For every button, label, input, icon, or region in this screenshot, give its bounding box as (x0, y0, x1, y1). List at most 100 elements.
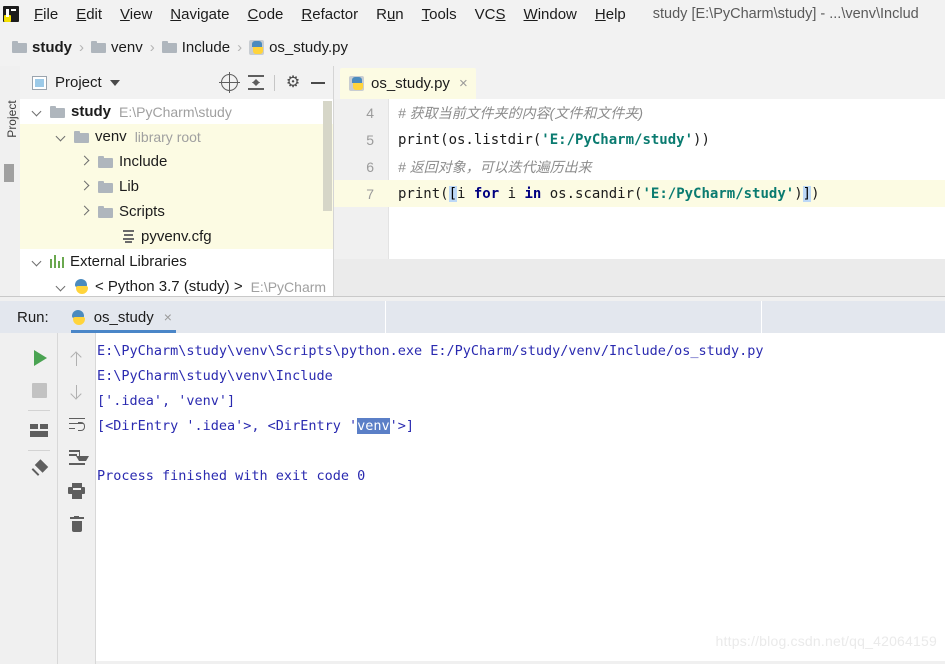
console-line: ['.idea', 'venv'] (96, 389, 945, 414)
breadcrumb-item-venv[interactable]: venv (91, 39, 143, 56)
code-line[interactable]: 6 # 返回对象，可以迭代遍历出来 (334, 153, 945, 180)
code-line[interactable]: 5 print(os.listdir('E:/PyCharm/study')) (334, 126, 945, 153)
code-text: print(os.listdir('E:/PyCharm/study')) (387, 132, 710, 148)
menu-item-vcs[interactable]: VCS (466, 4, 515, 25)
pin-icon[interactable] (21, 454, 57, 487)
menu-item-code[interactable]: Code (239, 4, 293, 25)
menu-bar: File Edit View Navigate Code Refactor Run Tools… (0, 0, 945, 28)
project-panel-header: Project ⚙ (20, 66, 333, 99)
close-icon[interactable]: × (164, 309, 172, 325)
toolbar-divider (28, 450, 50, 451)
breadcrumb-separator: › (79, 38, 85, 56)
tree-item-external-libraries[interactable]: External Libraries (20, 249, 333, 274)
folder-icon (91, 41, 107, 53)
code-text: # 获取当前文件夹的内容(文件和文件夹) (387, 103, 643, 123)
tree-item-subtext: E:\PyCharm (250, 278, 327, 295)
python-file-icon (349, 76, 364, 91)
window-title: study [E:\PyCharm\study] - ...\venv\Incl… (652, 6, 919, 22)
editor-tab-strip: os_study.py × (334, 66, 945, 99)
trash-icon[interactable] (59, 507, 95, 540)
token-bracket: ] (802, 185, 812, 202)
toolbar-divider (28, 410, 50, 411)
tree-item-label: Scripts (119, 203, 165, 220)
breadcrumb-item-os-study-py[interactable]: os_study.py (249, 39, 348, 56)
token-plain: print(os.listdir( (398, 131, 542, 148)
stop-icon[interactable] (21, 374, 57, 407)
watermark: https://blog.csdn.net/qq_42064159 (715, 633, 937, 649)
folder-icon (50, 105, 65, 118)
editor-area: os_study.py × 4 # 获取当前文件夹的内容(文件和文件夹) 5 prin… (334, 66, 945, 296)
close-icon[interactable]: × (459, 76, 468, 91)
run-tool-window: Run: os_study × E:\PyCharm\study\venv\Sc… (0, 296, 945, 664)
tree-item---python-3-7--study---[interactable]: < Python 3.7 (study) > E:\PyCharm (20, 274, 333, 296)
project-scrollbar[interactable] (323, 101, 332, 211)
menu-item-edit[interactable]: Edit (67, 4, 111, 25)
project-tool-window: Project ⚙ study E:\PyCharm\study venv libra… (20, 66, 334, 296)
code-line[interactable]: 7 print([i for i in os.scandir('E:/PyChar… (334, 180, 945, 207)
tree-item-venv[interactable]: venv library root (20, 124, 333, 149)
chevron-right-icon[interactable] (80, 206, 91, 217)
up-arrow-icon[interactable] (59, 342, 95, 375)
project-tree[interactable]: study E:\PyCharm\study venv library root Inc… (20, 99, 333, 296)
chevron-right-icon[interactable] (80, 181, 91, 192)
console-output[interactable]: E:\PyCharm\study\venv\Scripts\python.exe… (96, 333, 945, 661)
console-selection: venv (357, 418, 390, 434)
editor-tab-os-study[interactable]: os_study.py × (340, 68, 476, 99)
run-tab-os-study[interactable]: os_study × (70, 301, 176, 333)
collapse-all-icon[interactable] (248, 75, 264, 90)
tree-item-label: pyvenv.cfg (141, 228, 212, 245)
code-line[interactable]: 4 # 获取当前文件夹的内容(文件和文件夹) (334, 99, 945, 126)
run-panel-label: Run: (17, 308, 49, 326)
code-editor[interactable]: 4 # 获取当前文件夹的内容(文件和文件夹) 5 print(os.listdir('… (334, 99, 945, 296)
locate-icon[interactable] (219, 72, 240, 93)
line-number: 4 (366, 104, 374, 121)
layout-icon[interactable] (21, 414, 57, 447)
tree-item-pyvenv-cfg[interactable]: pyvenv.cfg (20, 224, 333, 249)
breadcrumb-item-study[interactable]: study (12, 39, 72, 56)
down-arrow-icon[interactable] (59, 375, 95, 408)
token-keyword: for (473, 185, 500, 202)
strip-tab-project[interactable]: Project (3, 91, 21, 147)
chevron-down-icon[interactable] (32, 106, 43, 117)
chevron-down-icon[interactable] (109, 79, 120, 86)
scroll-to-end-icon[interactable] (59, 441, 95, 474)
chevron-down-icon[interactable] (56, 131, 67, 142)
code-text: print([i for i in os.scandir('E:/PyCharm… (387, 185, 820, 202)
folder-icon (12, 41, 27, 53)
menu-item-navigate[interactable]: Navigate (161, 4, 238, 25)
console-text: Process finished with exit code 0 (97, 468, 366, 484)
tree-item-lib[interactable]: Lib (20, 174, 333, 199)
gear-icon[interactable]: ⚙ (285, 74, 301, 91)
menu-item-tools[interactable]: Tools (413, 4, 466, 25)
soft-wrap-icon[interactable] (59, 408, 95, 441)
tree-item-subtext: library root (134, 128, 201, 145)
config-file-icon (122, 230, 135, 243)
chevron-right-icon[interactable] (80, 156, 91, 167)
line-number: 7 (366, 185, 374, 202)
tree-item-label: Include (119, 153, 168, 170)
line-number: 6 (366, 158, 374, 175)
menu-item-view[interactable]: View (111, 4, 161, 25)
token-comment: # 获取当前文件夹的内容(文件和文件夹) (398, 104, 643, 121)
run-icon[interactable] (21, 341, 57, 374)
chevron-down-icon[interactable] (56, 281, 67, 292)
breadcrumb-item-include[interactable]: Include (161, 39, 230, 56)
menu-item-window[interactable]: Window (515, 4, 586, 25)
tree-item-study[interactable]: study E:\PyCharm\study (20, 99, 333, 124)
menu-item-help[interactable]: Help (586, 4, 635, 25)
menu-item-file[interactable]: File (25, 4, 67, 25)
tree-item-label: < Python 3.7 (study) > (95, 278, 243, 295)
chevron-down-icon[interactable] (32, 256, 43, 267)
minimize-icon[interactable] (311, 81, 325, 84)
menu-item-refactor[interactable]: Refactor (292, 4, 367, 25)
run-tab-label: os_study (93, 308, 154, 326)
tree-item-include[interactable]: Include (20, 149, 333, 174)
menu-item-run[interactable]: Run (367, 4, 413, 25)
console-text: '>] (389, 418, 414, 434)
print-icon[interactable] (59, 474, 95, 507)
tree-item-scripts[interactable]: Scripts (20, 199, 333, 224)
pycharm-logo-icon (3, 6, 19, 22)
token-keyword: in (524, 185, 542, 202)
project-panel-title: Project (55, 74, 102, 91)
pycharm-window: File Edit View Navigate Code Refactor Run Tools… (0, 0, 945, 664)
